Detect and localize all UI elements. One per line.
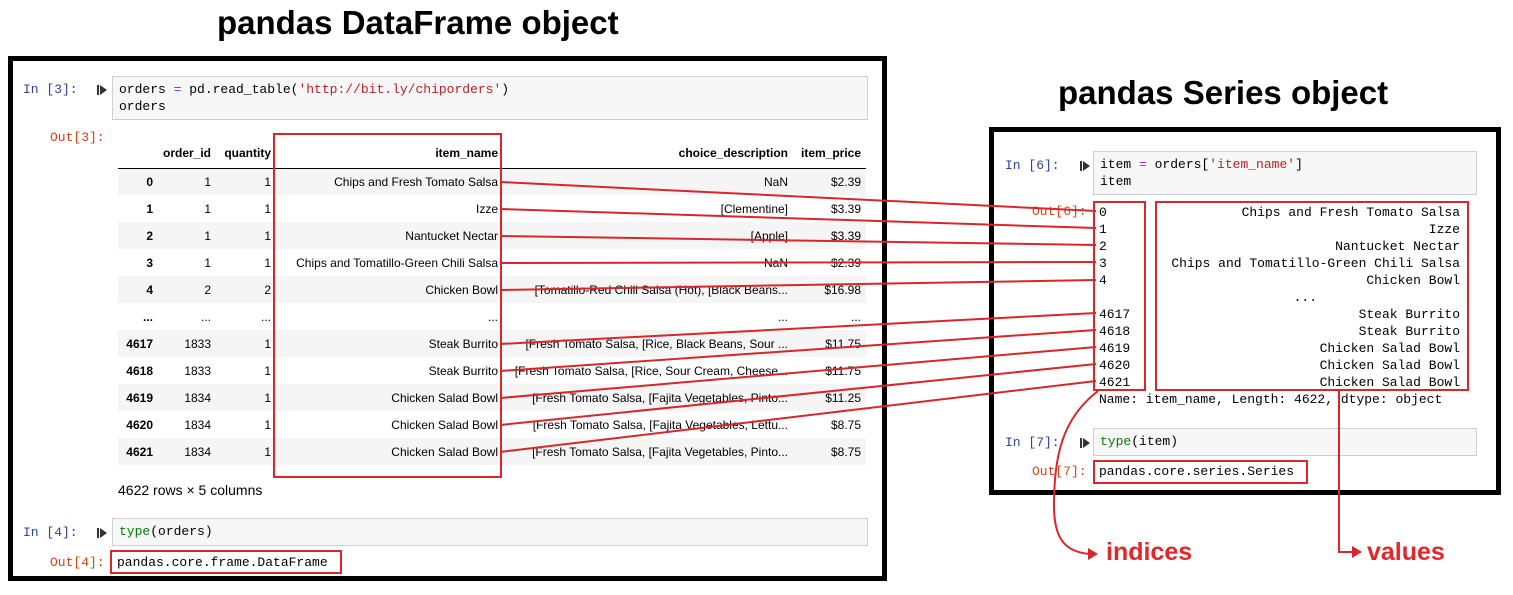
values-arrow	[1338, 391, 1352, 553]
connector-line	[499, 181, 1097, 212]
indices-label: indices	[1106, 538, 1193, 566]
connector-line	[499, 208, 1097, 229]
connector-line	[499, 235, 1097, 246]
connector-line	[499, 261, 1097, 264]
values-arrowhead	[1352, 546, 1362, 558]
indices-arrowhead	[1088, 548, 1098, 560]
connector-overlay	[499, 181, 1362, 560]
connector-line	[499, 329, 1097, 372]
indices-arrow	[1052, 390, 1099, 555]
values-label: values	[1367, 538, 1445, 566]
connector-line	[499, 279, 1097, 291]
connector-line	[499, 312, 1097, 345]
